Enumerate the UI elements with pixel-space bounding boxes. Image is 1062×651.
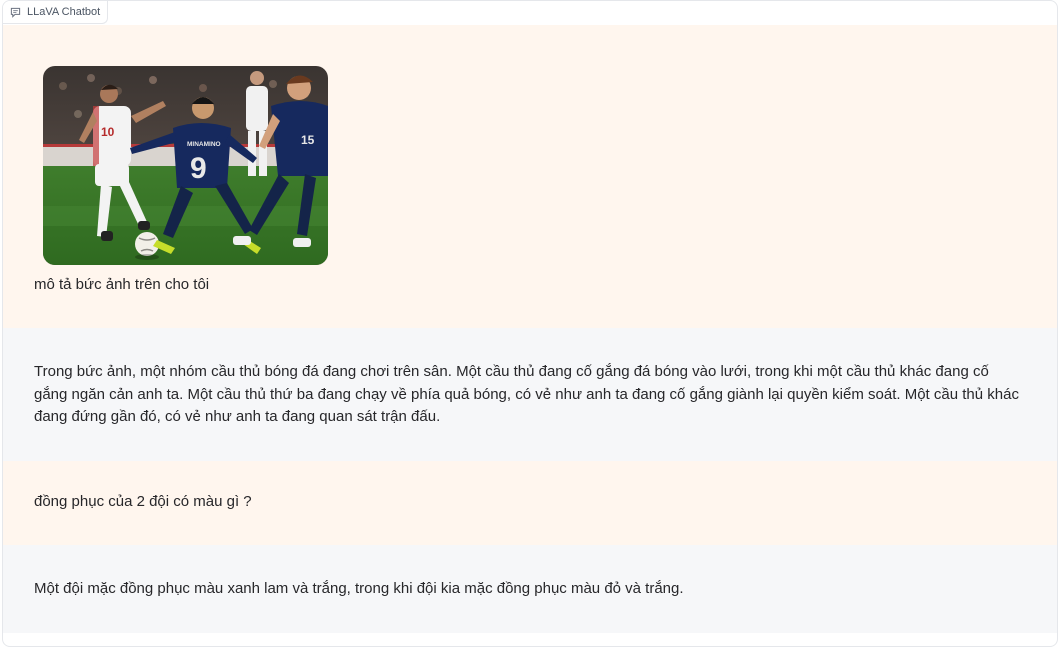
bot-message: Trong bức ảnh, một nhóm cầu thủ bóng đá … — [3, 328, 1057, 461]
bot-message-text: Một đội mặc đồng phục màu xanh lam và tr… — [34, 580, 684, 597]
bot-message: Một đội mặc đồng phục màu xanh lam và tr… — [3, 545, 1057, 633]
uploaded-image[interactable]: 10 MINAMINO 9 15 — [43, 66, 328, 265]
chatbot-label: LLaVA Chatbot — [3, 1, 109, 24]
bot-message-text: Trong bức ảnh, một nhóm cầu thủ bóng đá … — [34, 363, 1019, 425]
jersey-name: MINAMINO — [187, 141, 221, 148]
user-message-text: đồng phục của 2 đội có màu gì ? — [34, 493, 252, 510]
user-message-text: mô tả bức ảnh trên cho tôi — [34, 276, 210, 293]
chatbot-label-text: LLaVA Chatbot — [27, 6, 101, 18]
user-message: đồng phục của 2 đội có màu gì ? — [3, 461, 1057, 545]
chat-bubble-icon — [10, 7, 21, 18]
jersey-number-10: 10 — [101, 125, 115, 139]
jersey-number-9: 9 — [190, 152, 207, 185]
user-message: 10 MINAMINO 9 15 mô tả bức ảnh trên cho … — [3, 25, 1057, 328]
chatbot-panel: LLaVA Chatbot 10 MINAMINO 9 15 mô tả bức… — [2, 0, 1058, 647]
jersey-number-15: 15 — [301, 133, 315, 147]
